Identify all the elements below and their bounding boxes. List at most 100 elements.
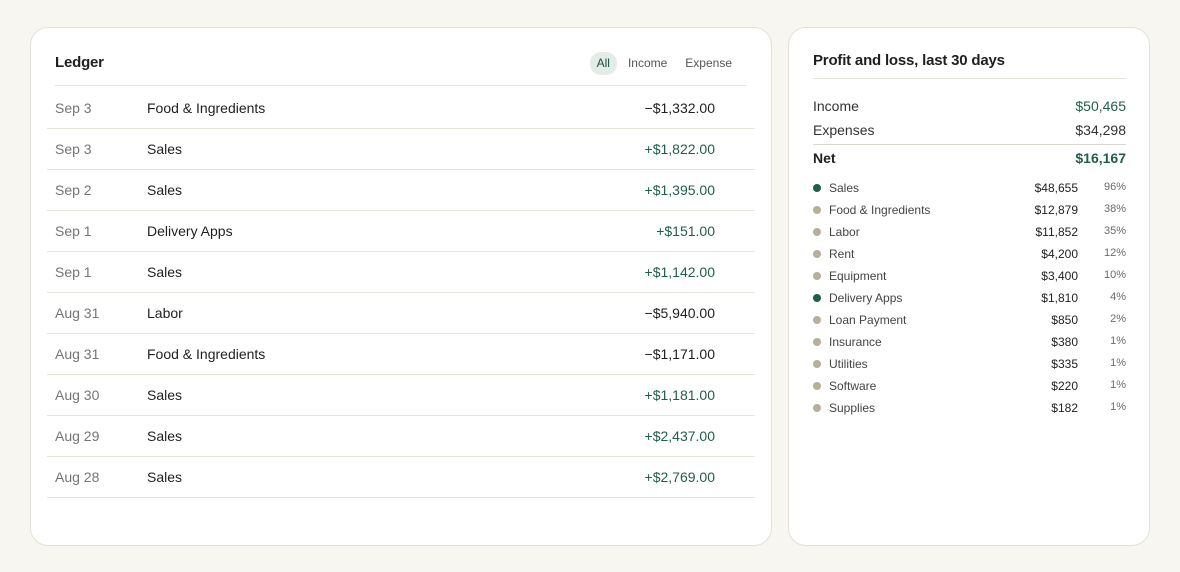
category-name: Rent [829, 247, 855, 261]
table-row[interactable]: Aug 31 Food & Ingredients −$1,171.00 [47, 334, 755, 375]
list-item: Labor $11,852 35% [813, 222, 1126, 244]
list-item: Equipment $3,400 10% [813, 266, 1126, 288]
row-amount: +$1,822.00 [644, 141, 715, 157]
table-row[interactable]: Sep 1 Sales +$1,142.00 [47, 252, 755, 293]
category-percent: 12% [1103, 247, 1126, 259]
category-name: Labor [829, 225, 860, 239]
category-value: $182 [1051, 401, 1078, 415]
legend-dot-icon [813, 228, 821, 236]
row-amount: +$2,437.00 [644, 428, 715, 444]
list-item: Software $220 1% [813, 376, 1126, 398]
table-row[interactable]: Aug 31 Labor −$5,940.00 [47, 293, 755, 334]
category-name: Sales [829, 181, 860, 195]
row-amount: −$1,332.00 [644, 100, 715, 116]
row-category: Sales [147, 141, 183, 157]
list-item: Insurance $380 1% [813, 332, 1126, 354]
income-label: Income [813, 98, 859, 114]
row-amount: +$1,181.00 [644, 387, 715, 403]
category-name: Food & Ingredients [829, 203, 931, 217]
row-amount: +$2,769.00 [644, 469, 715, 485]
category-percent: 2% [1110, 313, 1126, 325]
row-date: Aug 30 [55, 387, 100, 403]
category-breakdown: Sales $48,655 96% Food & Ingredients $12,879… [813, 178, 1126, 420]
row-amount: +$151.00 [656, 223, 715, 239]
category-value: $335 [1051, 357, 1078, 371]
category-value: $850 [1051, 313, 1078, 327]
legend-dot-icon [813, 294, 821, 302]
row-date: Aug 28 [55, 469, 100, 485]
table-row[interactable]: Aug 28 Sales +$2,769.00 [47, 457, 755, 498]
category-percent: 38% [1103, 203, 1126, 215]
ledger-rows: Sep 3 Food & Ingredients −$1,332.00 Sep 3 Sa… [47, 88, 755, 498]
table-row[interactable]: Sep 2 Sales +$1,395.00 [47, 170, 755, 211]
pnl-title: Profit and loss, last 30 days [813, 52, 1126, 79]
category-name: Utilities [829, 357, 868, 371]
row-category: Food & Ingredients [147, 346, 266, 362]
category-value: $220 [1051, 379, 1078, 393]
legend-dot-icon [813, 404, 821, 412]
row-amount: −$5,940.00 [644, 305, 715, 321]
table-row[interactable]: Aug 30 Sales +$1,181.00 [47, 375, 755, 416]
list-item: Sales $48,655 96% [813, 178, 1126, 200]
list-item: Utilities $335 1% [813, 354, 1126, 376]
expenses-summary: Expenses $34,298 [813, 122, 1126, 145]
filter-income[interactable]: Income [621, 52, 674, 75]
category-name: Insurance [829, 335, 882, 349]
row-date: Aug 31 [55, 346, 100, 362]
category-percent: 1% [1110, 379, 1126, 391]
legend-dot-icon [813, 382, 821, 390]
legend-dot-icon [813, 184, 821, 192]
row-amount: +$1,395.00 [644, 182, 715, 198]
category-value: $1,810 [1041, 291, 1078, 305]
row-amount: +$1,142.00 [644, 264, 715, 280]
category-value: $3,400 [1041, 269, 1078, 283]
row-category: Sales [147, 264, 183, 280]
ledger-title: Ledger [55, 54, 104, 71]
table-row[interactable]: Sep 3 Sales +$1,822.00 [47, 129, 755, 170]
legend-dot-icon [813, 316, 821, 324]
category-value: $48,655 [1034, 181, 1078, 195]
category-value: $380 [1051, 335, 1078, 349]
filter-expense[interactable]: Expense [678, 52, 739, 75]
category-name: Supplies [829, 401, 876, 415]
row-date: Sep 2 [55, 182, 92, 198]
ledger-filters: All Income Expense [589, 52, 739, 75]
row-category: Sales [147, 387, 183, 403]
legend-dot-icon [813, 338, 821, 346]
row-category: Delivery Apps [147, 223, 233, 239]
list-item: Food & Ingredients $12,879 38% [813, 200, 1126, 222]
income-summary: Income $50,465 [813, 98, 1126, 114]
category-percent: 1% [1110, 335, 1126, 347]
list-item: Loan Payment $850 2% [813, 310, 1126, 332]
category-percent: 1% [1110, 401, 1126, 413]
expenses-label: Expenses [813, 122, 875, 138]
category-percent: 1% [1110, 357, 1126, 369]
row-date: Sep 1 [55, 223, 92, 239]
category-percent: 10% [1103, 269, 1126, 281]
row-category: Sales [147, 182, 183, 198]
ledger-card: Ledger All Income Expense Sep 3 Food & In… [30, 27, 772, 546]
category-value: $11,852 [1035, 225, 1079, 239]
category-percent: 35% [1103, 225, 1126, 237]
row-category: Food & Ingredients [147, 100, 266, 116]
legend-dot-icon [813, 360, 821, 368]
row-date: Aug 29 [55, 428, 100, 444]
category-value: $4,200 [1041, 247, 1078, 261]
row-amount: −$1,171.00 [644, 346, 715, 362]
row-date: Sep 3 [55, 100, 92, 116]
net-label: Net [813, 150, 836, 166]
table-row[interactable]: Sep 3 Food & Ingredients −$1,332.00 [47, 88, 755, 129]
legend-dot-icon [813, 272, 821, 280]
category-percent: 4% [1110, 291, 1126, 303]
list-item: Rent $4,200 12% [813, 244, 1126, 266]
list-item: Supplies $182 1% [813, 398, 1126, 420]
category-name: Software [829, 379, 877, 393]
pnl-card: Profit and loss, last 30 days Income $50… [788, 27, 1150, 546]
filter-all[interactable]: All [589, 52, 617, 75]
category-name: Equipment [829, 269, 887, 283]
table-row[interactable]: Aug 29 Sales +$2,437.00 [47, 416, 755, 457]
row-category: Sales [147, 469, 183, 485]
table-row[interactable]: Sep 1 Delivery Apps +$151.00 [47, 211, 755, 252]
net-value: $16,167 [1075, 150, 1126, 166]
category-name: Delivery Apps [829, 291, 903, 305]
